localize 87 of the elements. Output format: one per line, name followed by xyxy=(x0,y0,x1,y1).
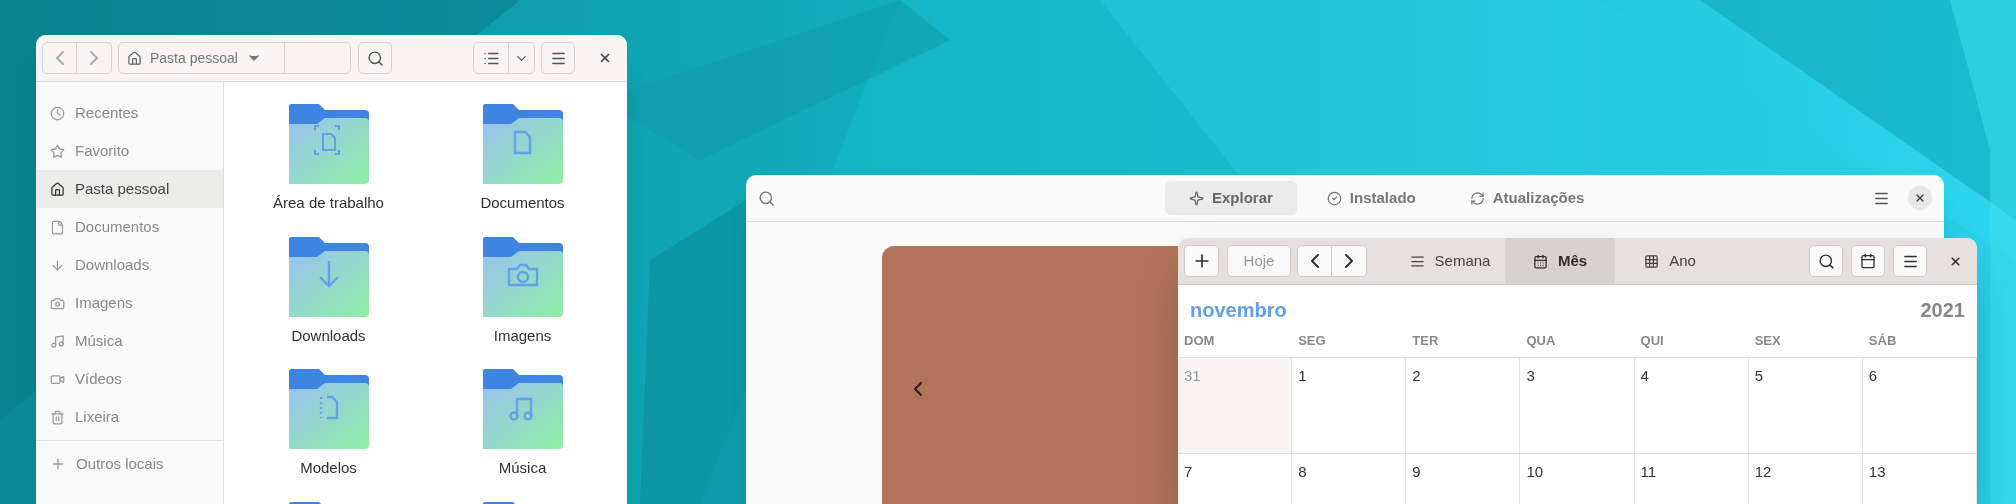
grid-icon xyxy=(1644,253,1660,269)
folder-icon[interactable] xyxy=(482,369,563,449)
check-circle-icon xyxy=(1326,190,1342,206)
day-cell[interactable]: 1 xyxy=(1292,358,1407,454)
search-icon xyxy=(1817,252,1835,270)
folder-name: Downloads xyxy=(291,325,366,346)
sidebar-item[interactable]: Música xyxy=(36,322,223,360)
day-cell[interactable]: 4 xyxy=(1634,358,1749,454)
clock-icon xyxy=(50,105,65,121)
plus-icon xyxy=(50,456,66,472)
home-icon xyxy=(50,181,65,197)
day-cell[interactable]: 2 xyxy=(1406,358,1521,454)
view-tab[interactable]: Atualizações xyxy=(1445,181,1609,215)
sidebar-item[interactable]: Downloads xyxy=(36,246,223,284)
view-tab[interactable]: Instalado xyxy=(1302,181,1440,215)
search-icon xyxy=(366,49,384,67)
weekday-label: SÁB xyxy=(1868,332,1897,350)
previous-button[interactable] xyxy=(914,382,922,396)
folder-icon[interactable] xyxy=(482,104,563,184)
refresh-icon xyxy=(1469,190,1485,206)
day-cell[interactable]: 6 xyxy=(1862,358,1977,454)
camera-icon xyxy=(50,295,65,311)
folder-icon[interactable] xyxy=(482,236,563,317)
close-icon xyxy=(1914,192,1926,204)
calendar-icon xyxy=(1860,253,1876,269)
search-button[interactable] xyxy=(358,42,392,74)
folder-icon[interactable] xyxy=(288,104,369,184)
add-button[interactable] xyxy=(1184,245,1219,277)
day-cell[interactable]: 12 xyxy=(1748,454,1863,504)
folder-name: Imagens xyxy=(493,325,552,346)
sidebar-item[interactable]: Pasta pessoal xyxy=(36,170,223,208)
view-tab[interactable]: Semana xyxy=(1395,238,1505,284)
view-tab[interactable]: Explorar xyxy=(1165,181,1297,215)
chevron-right-icon xyxy=(1345,254,1353,268)
chevron-left-icon xyxy=(55,51,64,65)
home-icon xyxy=(127,50,142,66)
close-icon xyxy=(1948,254,1962,268)
day-cell[interactable]: 11 xyxy=(1634,454,1749,504)
folder-name: Documentos xyxy=(480,193,565,213)
weekday-label: SEX xyxy=(1754,332,1781,350)
arrow-down-icon xyxy=(50,257,65,273)
folder-name: Área de trabalho xyxy=(273,193,384,213)
sidebar-item[interactable]: Documentos xyxy=(36,208,223,246)
day-cell[interactable]: 9 xyxy=(1406,454,1521,504)
folder-icon[interactable] xyxy=(288,369,369,449)
next-button[interactable] xyxy=(1332,245,1367,277)
folder-name: Modelos xyxy=(300,458,357,478)
chevron-left-icon xyxy=(914,382,922,396)
day-cell[interactable]: 13 xyxy=(1862,454,1977,504)
year-title: 2021 xyxy=(1920,298,1965,323)
calendar-icon xyxy=(1532,253,1548,269)
weekday-label: TER xyxy=(1412,332,1439,350)
weekday-label: QUI xyxy=(1640,332,1664,350)
list-icon xyxy=(1409,253,1425,269)
chevron-right-icon xyxy=(90,51,98,65)
file-icon xyxy=(50,219,65,235)
search-button[interactable] xyxy=(1809,245,1843,277)
path-button[interactable]: Pasta pessoal xyxy=(119,43,285,73)
sidebar-item[interactable]: Recentes xyxy=(36,94,223,132)
menu-button[interactable] xyxy=(541,42,575,74)
view-button[interactable] xyxy=(473,42,509,74)
close-icon xyxy=(598,51,612,65)
chevron-left-icon xyxy=(1310,254,1319,268)
music-note-icon xyxy=(50,333,65,349)
day-cell[interactable]: 3 xyxy=(1520,358,1635,454)
day-cell[interactable]: 10 xyxy=(1520,454,1635,504)
menu-button[interactable] xyxy=(1893,245,1927,277)
sparkle-icon xyxy=(1189,190,1204,206)
day-cell[interactable]: 5 xyxy=(1748,358,1863,454)
view-tab[interactable]: Mês xyxy=(1505,238,1615,284)
star-icon xyxy=(50,143,65,159)
view-tab[interactable]: Ano xyxy=(1615,238,1725,284)
search-icon xyxy=(758,189,775,207)
weekday-label: SEG xyxy=(1298,332,1326,350)
sidebar-item[interactable]: Outros locais xyxy=(36,445,223,483)
day-cell[interactable]: 7 xyxy=(1178,454,1293,504)
month-title: novembro xyxy=(1190,298,1287,323)
sidebar-item[interactable]: Lixeira xyxy=(36,398,223,436)
day-cell[interactable]: 8 xyxy=(1292,454,1407,504)
weekday-label: QUA xyxy=(1526,332,1556,350)
weekday-label: DOM xyxy=(1184,332,1215,350)
folder-icon[interactable] xyxy=(288,236,369,317)
calendar-button[interactable] xyxy=(1851,245,1885,277)
close-button[interactable] xyxy=(1908,186,1932,210)
trash-icon xyxy=(50,409,65,425)
sidebar-item[interactable]: Vídeos xyxy=(36,360,223,398)
folder-name: Música xyxy=(498,458,547,478)
